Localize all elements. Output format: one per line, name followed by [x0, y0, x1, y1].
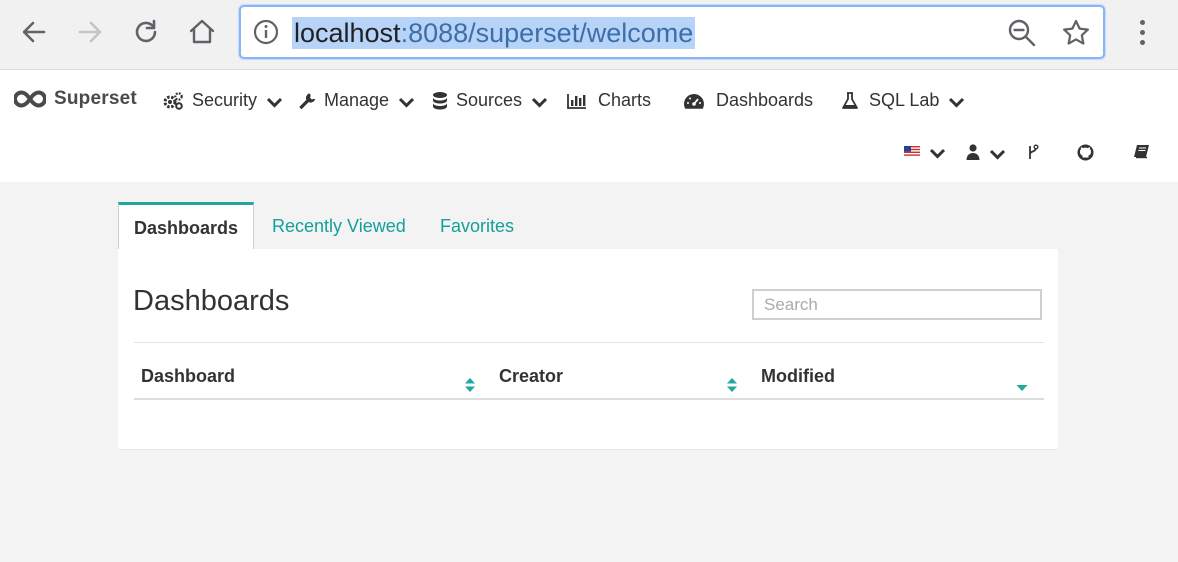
chevron-down-icon: [399, 97, 415, 108]
star-icon[interactable]: [1061, 18, 1091, 48]
database-icon: [433, 91, 447, 109]
info-icon[interactable]: [253, 19, 279, 45]
github-link[interactable]: [1077, 144, 1094, 161]
arrow-left-icon: [22, 21, 46, 43]
menu-sources[interactable]: Sources: [432, 90, 548, 111]
brand-name: Superset: [54, 88, 137, 109]
menu-manage[interactable]: Manage: [298, 90, 415, 111]
table-divider: [134, 342, 1044, 343]
menu-sources-label: Sources: [456, 90, 523, 110]
tab-favorites[interactable]: Favorites: [440, 202, 514, 250]
user-icon: [966, 144, 980, 160]
bar-chart-icon: [567, 93, 586, 109]
app-navbar: Superset Security Manage Sources Charts …: [0, 70, 1178, 182]
zoom-out-icon[interactable]: [1007, 18, 1037, 48]
sort-icon[interactable]: [726, 377, 738, 393]
browser-toolbar: localhost:8088/superset/welcome: [0, 0, 1178, 70]
chevron-down-icon: [949, 97, 965, 108]
brand[interactable]: Superset: [14, 88, 137, 110]
tab-dashboards[interactable]: Dashboards: [118, 202, 254, 251]
menu-charts-label: Charts: [598, 90, 652, 110]
kebab-menu-icon[interactable]: [1128, 14, 1156, 50]
documentation-link[interactable]: [1133, 144, 1150, 159]
reload-icon: [135, 19, 157, 43]
menu-charts[interactable]: Charts: [567, 90, 651, 111]
url-text[interactable]: localhost:8088/superset/welcome: [292, 17, 696, 49]
back-button[interactable]: [16, 14, 52, 50]
welcome-tabs: Dashboards Recently Viewed Favorites: [118, 202, 1058, 251]
chevron-down-icon: [989, 149, 1006, 160]
wrench-icon: [299, 92, 316, 109]
menu-security-label: Security: [192, 90, 258, 110]
column-header-modified[interactable]: Modified: [761, 366, 835, 387]
url-host: localhost: [294, 18, 401, 48]
version-info[interactable]: [1027, 144, 1039, 161]
sort-descending-icon[interactable]: [1016, 377, 1028, 393]
code-branch-icon: [1029, 144, 1039, 159]
superset-logo-icon: [14, 90, 46, 108]
chevron-down-icon: [531, 97, 548, 108]
menu-manage-label: Manage: [324, 90, 390, 110]
url-path: :8088/superset/welcome: [400, 18, 694, 48]
menu-sql-lab-label: SQL Lab: [869, 90, 940, 110]
arrow-right-icon: [78, 21, 102, 43]
home-button[interactable]: [184, 14, 220, 50]
dashboards-panel: Dashboards Dashboard Creator Modified: [118, 249, 1058, 450]
column-header-creator[interactable]: Creator: [499, 366, 563, 387]
menu-dashboards-label: Dashboards: [716, 90, 814, 110]
reload-button[interactable]: [128, 14, 164, 50]
chevron-down-icon: [266, 97, 283, 108]
sort-icon[interactable]: [464, 377, 476, 393]
search-input[interactable]: [752, 289, 1042, 320]
tachometer-icon: [684, 93, 704, 109]
gears-icon: [163, 91, 183, 110]
user-menu[interactable]: [966, 144, 1006, 160]
menu-security[interactable]: Security: [162, 90, 283, 111]
github-icon: [1077, 144, 1094, 161]
us-flag-icon: [904, 146, 920, 157]
book-icon: [1134, 145, 1149, 159]
forward-button[interactable]: [72, 14, 108, 50]
chevron-down-icon: [929, 148, 946, 159]
flask-icon: [842, 91, 858, 109]
table-header-border: [134, 398, 1044, 400]
panel-title: Dashboards: [133, 285, 290, 317]
menu-dashboards[interactable]: Dashboards: [683, 90, 813, 111]
home-icon: [189, 19, 215, 44]
menu-sql-lab[interactable]: SQL Lab: [842, 90, 965, 111]
tab-recently-viewed[interactable]: Recently Viewed: [272, 202, 406, 250]
column-header-dashboard[interactable]: Dashboard: [141, 366, 235, 387]
address-bar[interactable]: localhost:8088/superset/welcome: [239, 5, 1105, 59]
language-menu[interactable]: [904, 144, 946, 159]
